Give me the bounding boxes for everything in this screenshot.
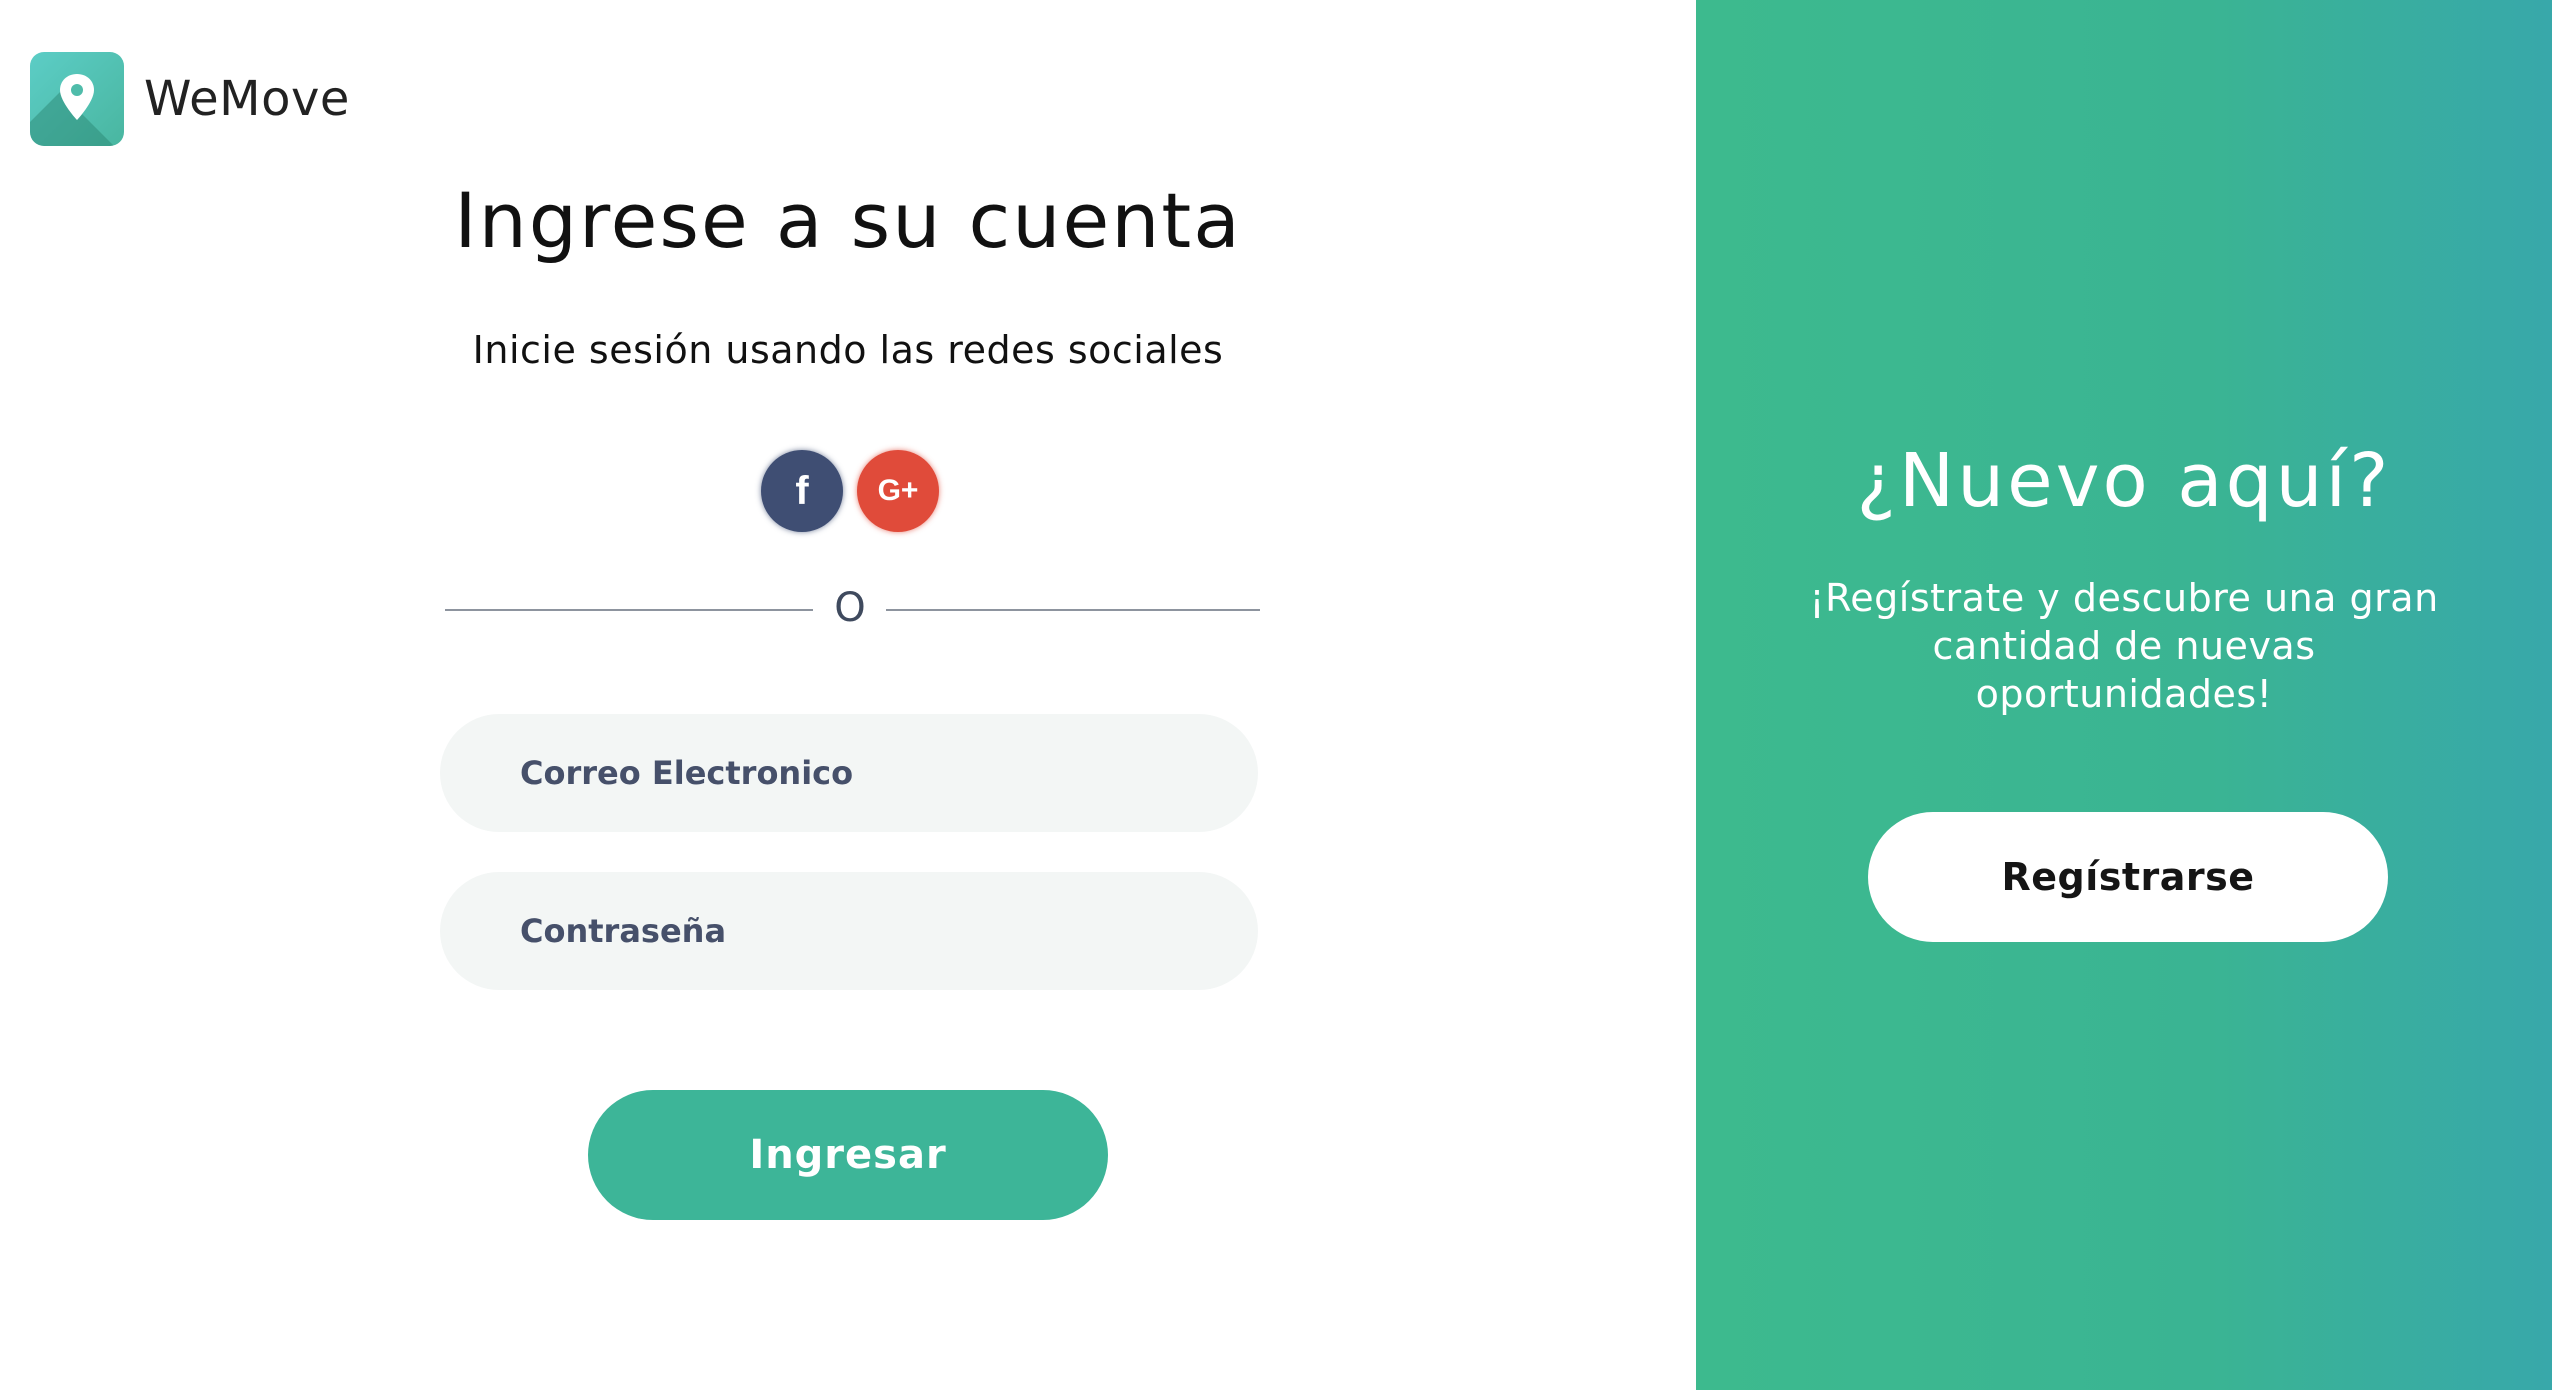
- login-panel: WeMove Ingrese a su cuenta Inicie sesión…: [0, 0, 1696, 1390]
- social-login-subtitle: Inicie sesión usando las redes sociales: [472, 328, 1224, 372]
- facebook-icon: f: [795, 468, 809, 513]
- divider-line-left: [445, 609, 813, 611]
- google-plus-login-button[interactable]: G+: [857, 450, 939, 532]
- password-field[interactable]: [440, 872, 1258, 990]
- signup-panel: ¿Nuevo aquí? ¡Regístrate y descubre una …: [1696, 0, 2552, 1390]
- signup-description: ¡Regístrate y descubre una gran cantidad…: [1809, 576, 2439, 716]
- signup-title: ¿Nuevo aquí?: [1856, 438, 2392, 524]
- facebook-login-button[interactable]: f: [761, 450, 843, 532]
- social-login-buttons: f G+: [761, 450, 939, 532]
- register-button[interactable]: Regístrarse: [1868, 812, 2388, 942]
- email-field[interactable]: [440, 714, 1258, 832]
- login-title: Ingrese a su cuenta: [454, 176, 1242, 265]
- brand-name: WeMove: [144, 71, 350, 127]
- divider-or-label: O: [834, 585, 866, 631]
- brand[interactable]: WeMove: [30, 52, 350, 146]
- logo: [30, 52, 124, 146]
- map-pin-icon: [60, 74, 94, 120]
- login-button[interactable]: Ingresar: [588, 1090, 1108, 1220]
- divider-line-right: [886, 609, 1260, 611]
- google-plus-icon: G+: [877, 474, 919, 507]
